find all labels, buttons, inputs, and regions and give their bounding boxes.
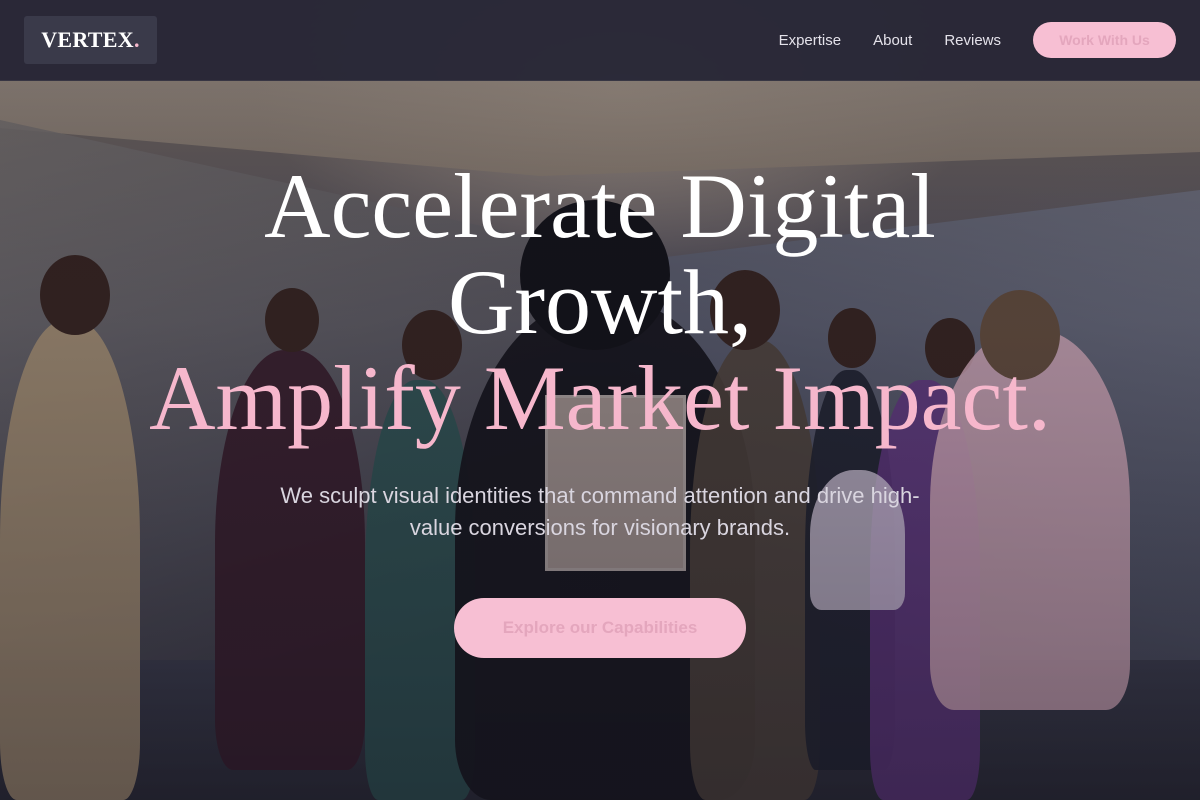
hero-section: Accelerate Digital Growth, Amplify Marke…: [0, 158, 1200, 658]
headline-line-1: Accelerate Digital: [264, 155, 936, 257]
nav-link-about[interactable]: About: [873, 32, 912, 49]
hero-headline: Accelerate Digital Growth, Amplify Marke…: [0, 158, 1200, 446]
main-nav: Expertise About Reviews Work With Us: [779, 0, 1176, 80]
site-header: VERTEX. Expertise About Reviews Work Wit…: [0, 0, 1200, 81]
landing-page: VERTEX. Expertise About Reviews Work Wit…: [0, 0, 1200, 800]
work-with-us-button[interactable]: Work With Us: [1033, 22, 1176, 58]
headline-line-2: Growth,: [447, 251, 753, 353]
nav-link-expertise[interactable]: Expertise: [779, 32, 842, 49]
nav-link-reviews[interactable]: Reviews: [944, 32, 1001, 49]
explore-capabilities-button[interactable]: Explore our Capabilities: [454, 598, 746, 658]
hero-subtitle: We sculpt visual identities that command…: [280, 483, 920, 540]
logo[interactable]: VERTEX.: [24, 16, 157, 64]
logo-dot: .: [133, 27, 140, 52]
logo-text: VERTEX: [41, 27, 134, 52]
headline-accent: Amplify Market Impact.: [149, 347, 1051, 449]
